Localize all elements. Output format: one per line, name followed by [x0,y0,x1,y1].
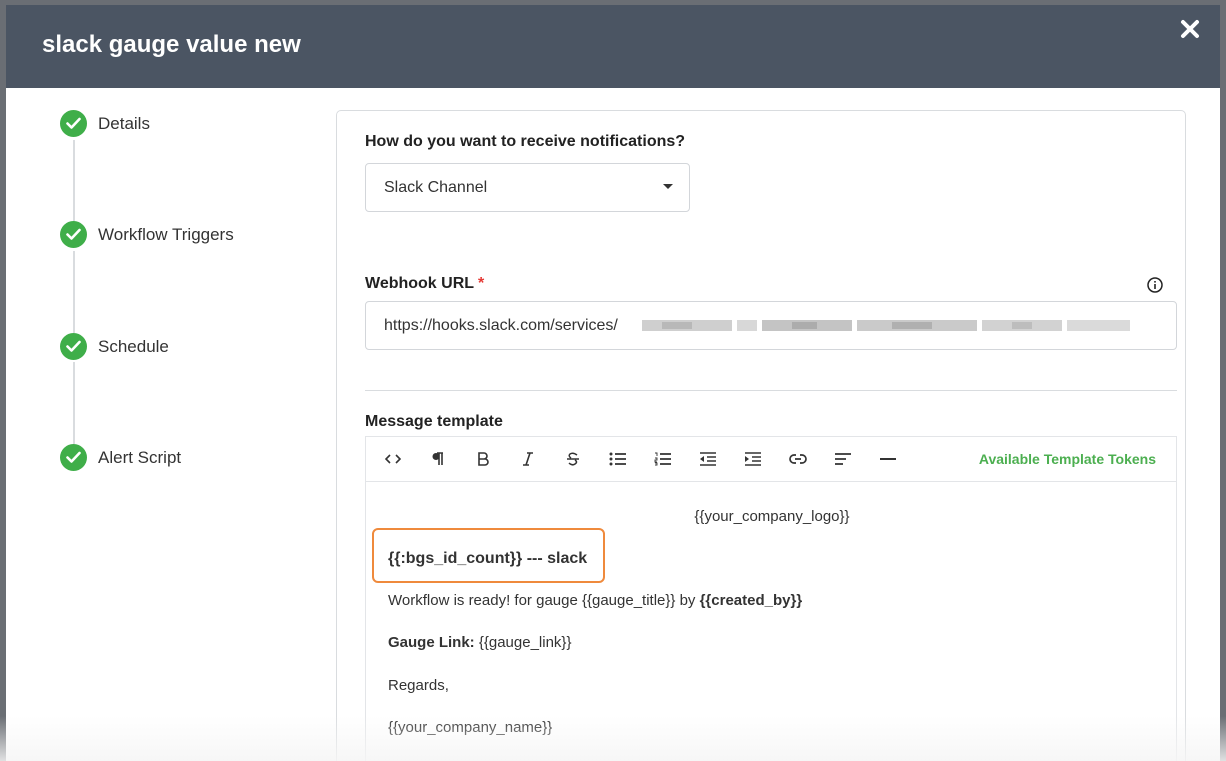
outdent-icon[interactable] [697,448,719,470]
notify-method-label: How do you want to receive notifications… [365,133,686,150]
caret-down-icon [663,184,673,189]
strikethrough-icon[interactable] [562,448,584,470]
step-label: Workflow Triggers [98,225,234,244]
gauge-link-line: Gauge Link: {{gauge_link}} [388,634,571,651]
indent-icon[interactable] [742,448,764,470]
bold-icon[interactable] [472,448,494,470]
webhook-url-value: https://hooks.slack.com/services/ [384,317,618,334]
regards-line: Regards, [388,677,449,694]
align-left-icon[interactable] [832,448,854,470]
modal-header: slack gauge value new [6,5,1220,88]
header-token-line: {{:bgs_id_count}} --- slack [388,550,588,567]
paragraph-icon[interactable] [427,448,449,470]
horizontal-rule-icon[interactable] [877,448,899,470]
modal-title: slack gauge value new [42,31,301,58]
webhook-url-label-text: Webhook URL [365,275,475,292]
gauge-link-token: {{gauge_link}} [474,634,572,651]
code-icon[interactable] [382,448,404,470]
available-template-tokens-link[interactable]: Available Template Tokens [979,451,1156,467]
workflow-line: Workflow is ready! for gauge {{gauge_tit… [388,592,802,609]
step-label: Details [98,114,150,133]
webhook-url-label: Webhook URL * [365,275,484,293]
message-template-label: Message template [365,413,503,430]
workflow-stepper: Details Workflow Triggers Schedule Alert… [60,110,320,490]
webhook-url-input[interactable]: https://hooks.slack.com/services/ [365,301,1177,350]
required-asterisk: * [478,275,485,292]
close-icon[interactable] [1178,17,1202,41]
step-label: Schedule [98,337,169,356]
check-icon [60,444,87,471]
notify-method-select[interactable]: Slack Channel [365,163,690,212]
numbered-list-icon[interactable] [652,448,674,470]
step-connector [73,140,75,222]
created-by-token: {{created_by}} [699,592,803,609]
notification-form: How do you want to receive notifications… [336,110,1186,761]
bullet-list-icon[interactable] [607,448,629,470]
workflow-modal: slack gauge value new Details Workflow T… [6,5,1220,761]
link-icon[interactable] [787,448,809,470]
step-label: Alert Script [98,448,182,467]
step-connector [73,362,75,444]
company-name-token: {{your_company_name}} [388,719,553,736]
notify-method-value: Slack Channel [384,179,488,196]
check-icon [60,333,87,360]
check-icon [60,221,87,248]
redacted-url-blur [642,318,1130,333]
step-connector [73,251,75,333]
gauge-link-label: Gauge Link: [388,634,475,651]
section-divider [365,390,1177,391]
italic-icon[interactable] [517,448,539,470]
company-logo-token: {{your_company_logo}} [694,508,850,525]
workflow-line-text: Workflow is ready! for gauge {{gauge_tit… [388,592,700,609]
message-editor[interactable]: {{your_company_logo}} {{:bgs_id_count}} … [365,482,1177,761]
check-icon [60,110,87,137]
info-icon[interactable] [1147,277,1163,293]
editor-toolbar: Available Template Tokens [365,436,1177,482]
